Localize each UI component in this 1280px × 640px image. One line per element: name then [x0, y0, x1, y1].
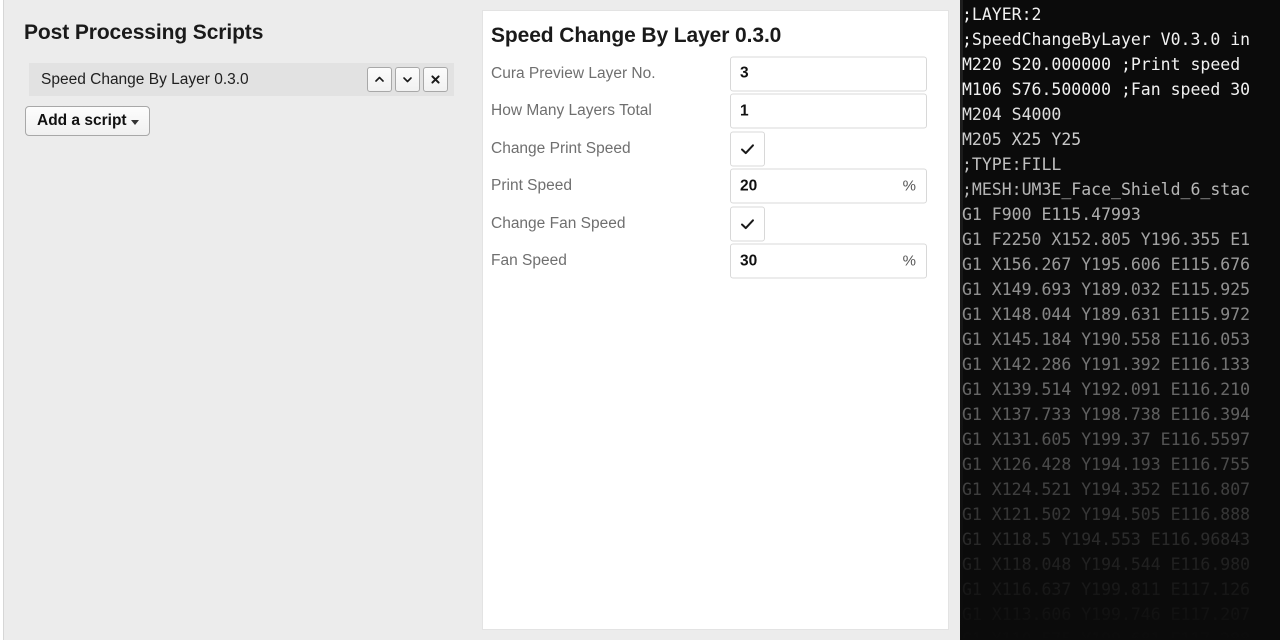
caret-down-icon [130, 119, 139, 125]
setting-label: Fan Speed [491, 252, 567, 270]
gcode-line: G1 X137.733 Y198.738 E116.394 [962, 405, 1251, 424]
scripts-panel: Post Processing Scripts Speed Change By … [4, 0, 480, 640]
gcode-line: G1 X131.605 Y199.37 E116.5597 [962, 430, 1251, 449]
settings-form: Cura Preview Layer No. 3 How Many Layers… [483, 55, 948, 280]
how-many-layers-total-input[interactable]: 1 [730, 93, 927, 129]
setting-label: Change Print Speed [491, 139, 631, 157]
gcode-preview-panel[interactable]: ;LAYER:2 ;SpeedChangeByLayer V0.3.0 in M22… [960, 0, 1280, 640]
setting-value: 30 [740, 252, 758, 270]
gcode-line: G1 X148.044 Y189.631 E115.972 [962, 305, 1251, 324]
gcode-line: G1 X142.286 Y191.392 E116.133 [962, 355, 1251, 374]
gcode-line: G1 X156.267 Y195.606 E115.676 [962, 255, 1251, 274]
gcode-line: G1 X124.521 Y194.352 E116.807 [962, 480, 1251, 499]
remove-script-button[interactable] [423, 67, 448, 92]
gcode-line: M220 S20.000000 ;Print speed [962, 55, 1241, 74]
setting-row: Change Fan Speed [483, 205, 948, 243]
gcode-line: G1 F2250 X152.805 Y196.355 E1 [962, 230, 1251, 249]
chevron-down-icon [401, 73, 414, 86]
gcode-line: M106 S76.500000 ;Fan speed 30 [962, 80, 1251, 99]
gcode-line: M205 X25 Y25 [962, 130, 1082, 149]
cura-preview-layer-no-input[interactable]: 3 [730, 56, 927, 92]
gcode-line: ;TYPE:FILL [962, 155, 1062, 174]
gcode-line: ;MESH:UM3E_Face_Shield_6_stac [962, 180, 1251, 199]
setting-row: Fan Speed 30 % [483, 243, 948, 281]
setting-row: How Many Layers Total 1 [483, 93, 948, 131]
setting-label: Cura Preview Layer No. [491, 64, 656, 82]
setting-row: Print Speed 20 % [483, 168, 948, 206]
script-list-item-label: Speed Change By Layer 0.3.0 [41, 70, 249, 88]
scripts-panel-title: Post Processing Scripts [24, 21, 264, 44]
print-speed-input[interactable]: 20 % [730, 168, 927, 204]
move-script-up-button[interactable] [367, 67, 392, 92]
add-script-button[interactable]: Add a script [25, 106, 150, 136]
gcode-line: G1 X118.5 Y194.553 E116.96843 [962, 530, 1251, 549]
gcode-line: G1 X126.428 Y194.193 E116.755 [962, 455, 1251, 474]
gcode-line: G1 X118.048 Y194.544 E116.980 [962, 555, 1251, 574]
fan-speed-input[interactable]: 30 % [730, 243, 927, 279]
gcode-line: G1 X139.514 Y192.091 E116.210 [962, 380, 1251, 399]
setting-unit: % [902, 177, 916, 195]
gcode-line: G1 X145.184 Y190.558 E116.053 [962, 330, 1251, 349]
chevron-up-icon [373, 73, 386, 86]
gcode-line: G1 X116.637 Y199.811 E117.126 [962, 580, 1251, 599]
setting-label: Change Fan Speed [491, 214, 626, 232]
setting-label: How Many Layers Total [491, 102, 652, 120]
gcode-line: ;SpeedChangeByLayer V0.3.0 in [962, 30, 1251, 49]
gcode-line: G1 X121.502 Y194.505 E116.888 [962, 505, 1251, 524]
change-fan-speed-checkbox[interactable] [730, 206, 765, 242]
script-settings-title: Speed Change By Layer 0.3.0 [491, 24, 782, 47]
gcode-text: ;LAYER:2 ;SpeedChangeByLayer V0.3.0 in M22… [962, 2, 1280, 640]
move-script-down-button[interactable] [395, 67, 420, 92]
gcode-line: G1 X113.606 Y199.746 E117.207 [962, 605, 1251, 624]
post-processing-window: Post Processing Scripts Speed Change By … [0, 0, 1280, 640]
setting-value: 1 [740, 102, 749, 120]
change-print-speed-checkbox[interactable] [730, 131, 765, 167]
gcode-line: G1 F900 E115.47993 [962, 205, 1141, 224]
gcode-line: G1 X149.693 Y189.032 E115.925 [962, 280, 1251, 299]
setting-row: Change Print Speed [483, 130, 948, 168]
gcode-line: M204 S4000 [962, 105, 1062, 124]
setting-row: Cura Preview Layer No. 3 [483, 55, 948, 93]
gcode-line: G1 X110.575 Y199.681 E117.288 [962, 630, 1251, 640]
script-list-item-selected[interactable]: Speed Change By Layer 0.3.0 [29, 63, 454, 96]
gcode-line: ;LAYER:2 [962, 5, 1042, 24]
checkmark-icon [739, 215, 756, 232]
setting-value: 3 [740, 64, 749, 82]
setting-label: Print Speed [491, 177, 572, 195]
setting-unit: % [902, 252, 916, 270]
checkmark-icon [739, 140, 756, 157]
add-script-button-label: Add a script [37, 112, 127, 129]
setting-value: 20 [740, 177, 758, 195]
script-settings-panel: Speed Change By Layer 0.3.0 Cura Preview… [482, 10, 949, 630]
close-x-icon [429, 73, 442, 86]
script-row-button-group [367, 67, 448, 92]
